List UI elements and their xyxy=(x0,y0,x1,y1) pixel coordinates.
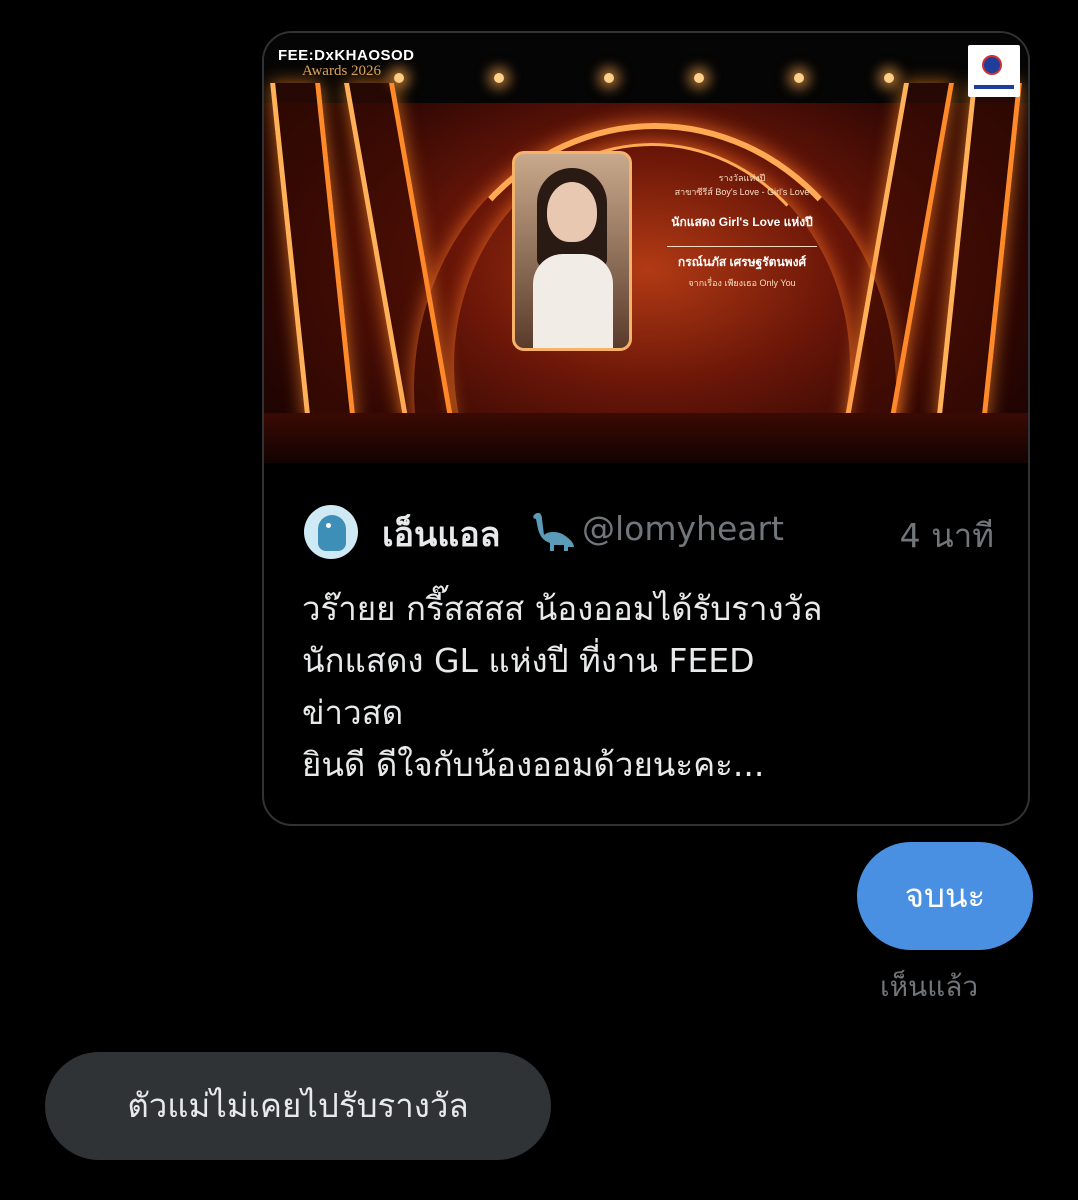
tweet-text: วร๊ายย กรี๊สสสส น้องออมได้รับรางวัล นักแ… xyxy=(302,589,823,784)
stage-floor xyxy=(264,413,1028,463)
event-logo-subtitle: Awards 2026 xyxy=(302,63,382,79)
avatar[interactable] xyxy=(304,505,358,559)
sauropod-icon xyxy=(533,512,574,551)
award-line-series: จากเรื่อง เพียงเธอ Only You xyxy=(688,278,796,288)
author-display-name[interactable]: เอ็นแอล xyxy=(382,507,500,561)
award-line-title: นักแสดง Girl's Love แห่งปี xyxy=(671,215,813,229)
received-message-bubble[interactable]: ตัวแม่ไม่เคยไปรับรางวัล xyxy=(45,1052,551,1160)
stage-pillar-right xyxy=(936,83,1022,423)
award-line-category: รางวัลแห่งปี xyxy=(718,173,766,183)
event-logo-text: FEE:DxKHAOSOD xyxy=(278,47,415,64)
winner-portrait xyxy=(512,151,632,351)
award-divider xyxy=(667,246,817,247)
quoted-tweet-card[interactable]: FEE:DxKHAOSOD Awards 2026 รางวัลแห่งปี ส… xyxy=(262,31,1030,826)
award-screen: รางวัลแห่งปี สาขาซีรีส์ Boy's Love - Gir… xyxy=(482,151,842,351)
award-line-branch: สาขาซีรีส์ Boy's Love - Girl's Love xyxy=(674,187,810,197)
author-handle[interactable]: @lomyheart xyxy=(582,509,784,548)
stage-pillar-left xyxy=(270,83,356,423)
award-screen-text: รางวัลแห่งปี สาขาซีรีส์ Boy's Love - Gir… xyxy=(642,151,842,290)
seen-status: เห็นแล้ว xyxy=(880,970,979,1003)
sent-message-bubble[interactable]: จบนะ xyxy=(857,842,1033,950)
tweet-author-row: เอ็นแอล @lomyheart 4 นาที xyxy=(304,503,994,559)
khaosod-badge-icon xyxy=(968,45,1020,97)
tweet-timestamp: 4 นาที xyxy=(899,516,994,555)
award-line-winner: กรณ์นภัส เศรษฐรัตนพงศ์ xyxy=(677,255,807,269)
tweet-media-image[interactable]: FEE:DxKHAOSOD Awards 2026 รางวัลแห่งปี ส… xyxy=(264,33,1028,463)
